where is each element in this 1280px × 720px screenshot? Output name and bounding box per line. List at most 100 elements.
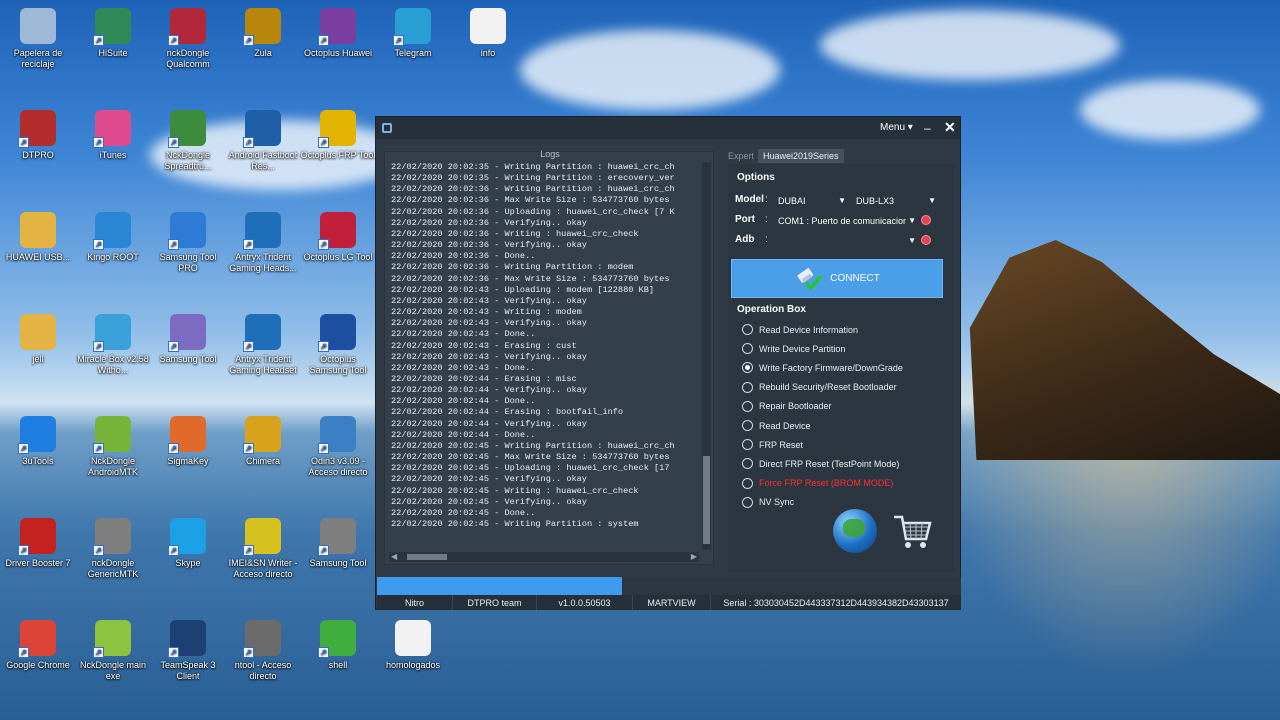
- desktop-icon-label: Odin3 v3.09 - Acceso directo: [308, 456, 368, 477]
- desktop-icon[interactable]: ↗ Samsung Tool PRO: [150, 212, 226, 274]
- operation-option[interactable]: Write Device Partition: [742, 339, 903, 358]
- desktop-icon[interactable]: ↗ TeamSpeak 3 Client: [150, 620, 226, 682]
- desktop-icon[interactable]: ↗ Octoplus Samsung Tool: [300, 314, 376, 376]
- radio-button[interactable]: [742, 458, 753, 470]
- shortcut-arrow-icon: ↗: [243, 239, 254, 250]
- shopping-cart-icon[interactable]: [890, 509, 934, 553]
- radio-button[interactable]: [742, 343, 753, 355]
- radio-button[interactable]: [742, 439, 753, 451]
- radio-button[interactable]: [742, 324, 753, 336]
- desktop-icon[interactable]: ↗ Telegram: [375, 8, 451, 59]
- variant-select[interactable]: DUB-LX3 ▼: [856, 193, 938, 209]
- desktop-icon[interactable]: ↗ Android Fastboot Res...: [225, 110, 301, 172]
- desktop-icon[interactable]: ↗ Antryx Trident Gaming Heads...: [225, 212, 301, 274]
- desktop-icon[interactable]: ↗ Driver Booster 7: [0, 518, 76, 569]
- operation-option[interactable]: Write Factory Firmware/DownGrade: [742, 358, 903, 377]
- desktop-icon[interactable]: ↗ shell: [300, 620, 376, 671]
- radio-button[interactable]: [742, 477, 753, 489]
- desktop-icon[interactable]: ↗ nckDongle GenericMTK: [75, 518, 151, 580]
- log-line: 22/02/2020 20:02:44 - Verifying.. okay: [391, 385, 587, 396]
- operation-option[interactable]: FRP Reset: [742, 435, 903, 454]
- desktop-icon[interactable]: Papelera de reciclaje: [0, 8, 76, 70]
- text-file-icon: [470, 8, 506, 44]
- scroll-right-icon[interactable]: ▶: [691, 552, 697, 561]
- desktop-icon[interactable]: ↗ Samsung Tool: [300, 518, 376, 569]
- radio-button[interactable]: [742, 420, 753, 432]
- desktop-icon[interactable]: ↗ ntool - Acceso directo: [225, 620, 301, 682]
- radio-button[interactable]: [742, 362, 753, 374]
- desktop-icon[interactable]: ↗ Samsung Tool: [150, 314, 226, 365]
- desktop-icon[interactable]: ↗ 3uTools: [0, 416, 76, 467]
- scroll-thumb[interactable]: [407, 554, 447, 560]
- desktop-icon[interactable]: homologados: [375, 620, 451, 671]
- logs-horizontal-scrollbar[interactable]: ◀ ▶: [389, 552, 699, 562]
- minimize-button[interactable]: –: [924, 121, 931, 135]
- app-icon: [382, 123, 392, 133]
- desktop-icon[interactable]: ↗ nckDongle Qualcomm: [150, 8, 226, 70]
- connect-button[interactable]: CONNECT: [731, 259, 943, 298]
- scroll-left-icon[interactable]: ◀: [391, 552, 397, 561]
- operation-option[interactable]: Repair Bootloader: [742, 397, 903, 416]
- operation-option[interactable]: Read Device Information: [742, 320, 903, 339]
- operation-option[interactable]: Direct FRP Reset (TestPoint Mode): [742, 454, 903, 473]
- desktop-icon[interactable]: ↗ Skype: [150, 518, 226, 569]
- logs-textarea[interactable]: 22/02/2020 20:02:35 - Writing Partition …: [391, 162, 695, 548]
- desktop-icon[interactable]: ↗ Octoplus Huawei: [300, 8, 376, 59]
- operation-option[interactable]: Force FRP Reset (BROM MODE): [742, 474, 903, 493]
- log-line: 22/02/2020 20:02:44 - Done..: [391, 429, 536, 440]
- log-line: 22/02/2020 20:02:43 - Done..: [391, 362, 536, 373]
- radio-button[interactable]: [742, 496, 753, 508]
- desktop-icon[interactable]: ↗ iTunes: [75, 110, 151, 161]
- adb-select[interactable]: ▼: [778, 233, 918, 249]
- tab-expert[interactable]: Expert: [728, 151, 754, 161]
- desktop-icon[interactable]: info: [450, 8, 526, 59]
- desktop-icon[interactable]: ↗ Octoplus FRP Tool: [300, 110, 376, 161]
- desktop-icon[interactable]: ↗ HiSuite: [75, 8, 151, 59]
- scroll-thumb[interactable]: [703, 456, 710, 544]
- radio-button[interactable]: [742, 400, 753, 412]
- desktop-icon[interactable]: ↗ Miracle Box v2.58 Witho...: [75, 314, 151, 376]
- desktop-icon[interactable]: ↗ NckDongle Spreadtru...: [150, 110, 226, 172]
- desktop-icon[interactable]: ↗ NckDongle main exe: [75, 620, 151, 682]
- desktop-icon[interactable]: ↗ Odin3 v3.09 - Acceso directo: [300, 416, 376, 478]
- desktop-icon[interactable]: ↗ DTPRO: [0, 110, 76, 161]
- desktop-icon[interactable]: ↗ NckDongle AndroidMTK: [75, 416, 151, 478]
- tab-huawei2019series[interactable]: Huawei2019Series: [758, 149, 844, 163]
- desktop-icon[interactable]: ↗ IMEI&SN Writer - Acceso directo: [225, 518, 301, 580]
- port-select[interactable]: COM1 : Puerto de comunicacior ▼: [778, 213, 918, 229]
- menu-button[interactable]: Menu ▾: [880, 122, 913, 133]
- logs-vertical-scrollbar[interactable]: [702, 162, 711, 550]
- operation-option[interactable]: NV Sync: [742, 493, 903, 512]
- shortcut-arrow-icon: ↗: [318, 35, 329, 46]
- usb-connect-icon: [797, 267, 823, 291]
- desktop-icon[interactable]: ↗ Zula: [225, 8, 301, 59]
- title-bar[interactable]: Menu ▾ – ✕: [376, 117, 960, 139]
- desktop-icon-label: Android Fastboot Res...: [228, 150, 298, 171]
- globe-icon[interactable]: [833, 509, 877, 553]
- radio-button[interactable]: [742, 381, 753, 393]
- operation-option[interactable]: Rebuild Security/Reset Bootloader: [742, 378, 903, 397]
- shortcut-arrow-icon: ↗: [93, 341, 104, 352]
- phone-icon: ↗: [93, 518, 131, 556]
- desktop-icon[interactable]: ↗ Kingo ROOT: [75, 212, 151, 263]
- log-line: 22/02/2020 20:02:35 - Writing Partition …: [391, 162, 675, 172]
- model-select[interactable]: DUBAI ▼: [778, 193, 848, 209]
- desktop-icon[interactable]: ↗ Octoplus LG Tool: [300, 212, 376, 263]
- chimera-icon: ↗: [243, 416, 281, 454]
- close-button[interactable]: ✕: [944, 119, 956, 136]
- desktop-icon-label: TeamSpeak 3 Client: [160, 660, 216, 681]
- desktop-icon-label: Telegram: [394, 48, 432, 58]
- desktop-icon[interactable]: ↗ SigmaKey: [150, 416, 226, 467]
- desktop-icon[interactable]: jell: [0, 314, 76, 365]
- adb-refresh-button[interactable]: [921, 235, 931, 245]
- desktop-icon[interactable]: ↗ Google Chrome: [0, 620, 76, 671]
- desktop-icon[interactable]: HUAWEI USB...: [0, 212, 76, 263]
- desktop-icon[interactable]: ↗ Antryx Trident Gaming Headset: [225, 314, 301, 376]
- desktop-icon[interactable]: ↗ Chimera: [225, 416, 301, 467]
- port-refresh-button[interactable]: [921, 215, 931, 225]
- operation-option[interactable]: Read Device: [742, 416, 903, 435]
- teamspeak-icon: ↗: [168, 620, 206, 658]
- log-line: 22/02/2020 20:02:45 - Writing Partition …: [391, 440, 675, 451]
- octoplus-frp-icon: ↗: [318, 110, 356, 148]
- port-colon: :: [765, 214, 768, 225]
